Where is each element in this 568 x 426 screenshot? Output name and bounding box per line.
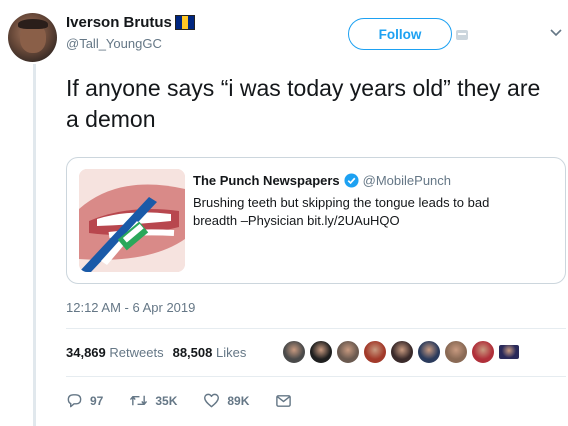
likes-stat[interactable]: 88,508 Likes (173, 345, 247, 360)
verified-badge-icon (344, 173, 359, 188)
reply-icon (67, 394, 82, 408)
like-count: 89K (227, 393, 250, 408)
reply-count: 97 (90, 393, 104, 408)
engagement-stats: 34,869 Retweets 88,508 Likes (66, 345, 246, 360)
heart-icon (204, 393, 220, 408)
liker-avatar[interactable] (444, 340, 468, 364)
tweet-text: If anyone says “i was today years old” t… (66, 75, 541, 132)
liker-avatar[interactable] (390, 340, 414, 364)
flag-stripe-right (187, 16, 194, 29)
likes-label: Likes (215, 345, 247, 360)
quoted-tweet-image (79, 169, 185, 272)
display-name[interactable]: Iverson Brutus (66, 14, 172, 31)
liker-avatar[interactable] (336, 340, 360, 364)
user-handle[interactable]: @Tall_YoungGC (66, 36, 162, 51)
like-button[interactable]: 89K (203, 392, 249, 409)
retweets-count: 34,869 (66, 345, 106, 360)
reply-button[interactable]: 97 (66, 392, 103, 409)
quoted-author-row: The Punch Newspapers @MobilePunch (193, 173, 451, 188)
liker-avatar[interactable] (498, 344, 520, 360)
tweet-timestamp[interactable]: 12:12 AM - 6 Apr 2019 (66, 300, 195, 315)
retweet-icon (130, 395, 148, 406)
barbados-flag-icon (174, 15, 195, 30)
retweet-count: 35K (155, 393, 178, 408)
quoted-author-name: The Punch Newspapers (193, 173, 340, 188)
quoted-author-handle: @MobilePunch (362, 173, 452, 188)
liker-avatar[interactable] (363, 340, 387, 364)
retweets-stat[interactable]: 34,869 Retweets (66, 345, 164, 360)
follow-dm-icon[interactable] (456, 30, 468, 40)
retweet-button[interactable]: 35K (129, 392, 177, 409)
likes-count: 88,508 (172, 345, 213, 360)
liker-avatar[interactable] (417, 340, 441, 364)
avatar-hair (18, 19, 48, 29)
tweet-actions: 97 35K 89K (66, 392, 325, 409)
divider-top (66, 328, 566, 329)
divider-bottom (66, 376, 566, 377)
quoted-tweet-text: Brushing teeth but skipping the tongue l… (193, 195, 490, 228)
follow-button[interactable]: Follow (348, 18, 452, 50)
liker-avatar[interactable] (282, 340, 306, 364)
retweets-label: Retweets (109, 345, 164, 360)
liker-avatars (282, 340, 523, 364)
author-name-row: Iverson Brutus (66, 14, 195, 31)
avatar[interactable] (8, 13, 57, 62)
chevron-down-icon[interactable] (548, 24, 564, 40)
liker-avatar[interactable] (309, 340, 333, 364)
direct-message-button[interactable] (275, 392, 299, 409)
mail-icon (276, 395, 292, 407)
thread-line (33, 64, 36, 426)
quoted-tweet-card[interactable]: The Punch Newspapers @MobilePunch Brushi… (66, 157, 566, 284)
liker-avatar[interactable] (471, 340, 495, 364)
